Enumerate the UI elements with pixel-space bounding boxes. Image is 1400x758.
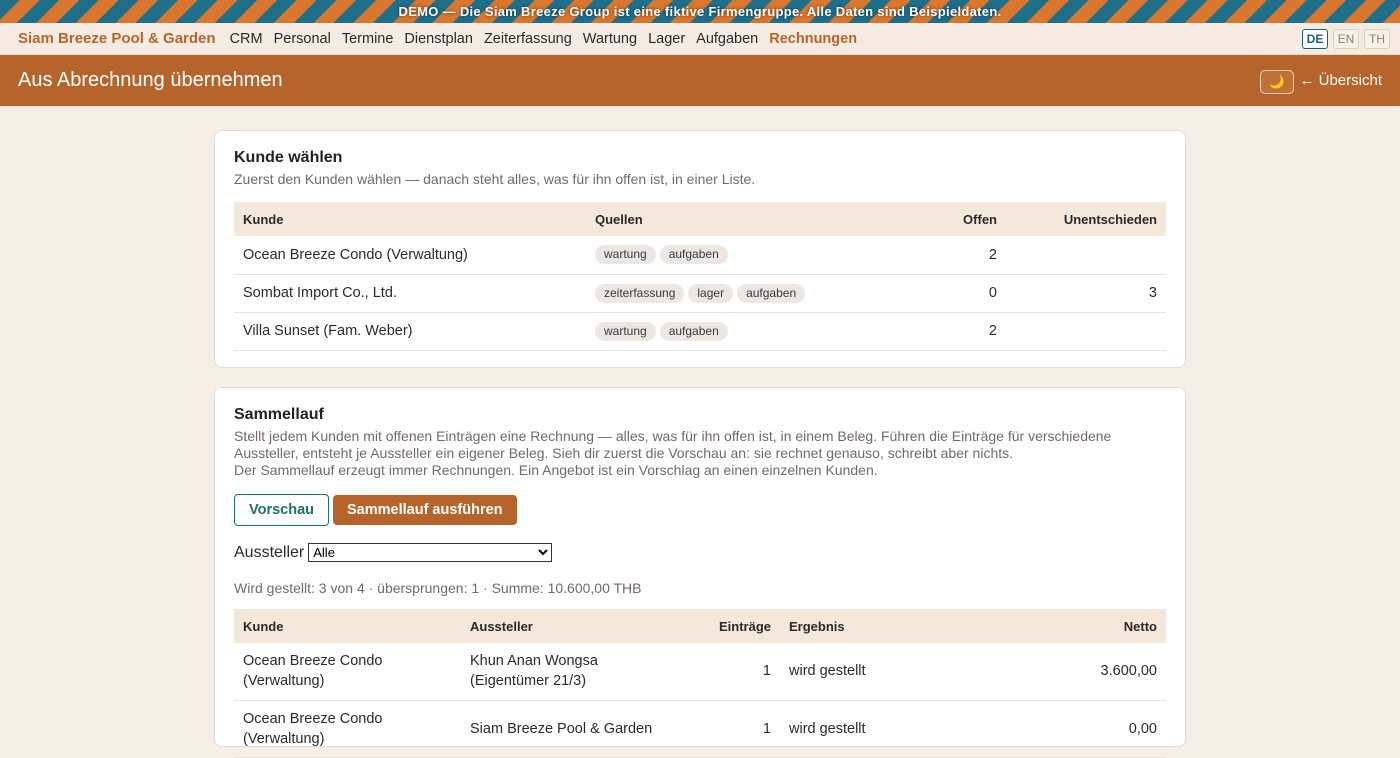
undecided-count bbox=[1006, 312, 1166, 351]
moon-icon: 🌙 bbox=[1268, 74, 1286, 89]
issuer-filter-label: Aussteller bbox=[234, 543, 305, 561]
lang-de-button[interactable]: DE bbox=[1302, 29, 1328, 49]
batch-note: Der Sammellauf erzeugt immer Rechnungen.… bbox=[234, 462, 878, 478]
top-navigation: Siam Breeze Pool & Garden CRM Personal T… bbox=[0, 23, 1400, 55]
result-status: wird gestellt bbox=[780, 643, 890, 701]
issuer-filter: Aussteller Alle bbox=[234, 543, 1166, 562]
issuer-select[interactable]: Alle bbox=[308, 543, 553, 562]
source-tag: zeiterfassung bbox=[595, 283, 685, 303]
action-buttons: Vorschau Sammellauf ausführen bbox=[234, 494, 1166, 526]
undecided-count bbox=[1006, 236, 1166, 275]
lang-en-button[interactable]: EN bbox=[1333, 29, 1359, 49]
batch-preview-table: Kunde Aussteller Einträge Ergebnis Netto… bbox=[234, 609, 1166, 758]
card-subtitle: Zuerst den Kunden wählen — danach steht … bbox=[234, 171, 756, 187]
issuer-name: Siam Breeze Pool & Garden bbox=[461, 700, 679, 758]
nav-link-zeiterfassung[interactable]: Zeiterfassung bbox=[484, 31, 572, 47]
column-header-quellen: Quellen bbox=[586, 202, 826, 236]
entry-count: 1 bbox=[679, 700, 780, 758]
source-tag: wartung bbox=[595, 245, 656, 265]
nav-link-termine[interactable]: Termine bbox=[342, 31, 394, 47]
customer-name[interactable]: Ocean Breeze Condo (Verwaltung) bbox=[234, 236, 586, 275]
customer-name[interactable]: Villa Sunset (Fam. Weber) bbox=[234, 312, 586, 351]
table-row[interactable]: Villa Sunset (Fam. Weber) wartung aufgabe… bbox=[234, 312, 1166, 351]
open-count: 2 bbox=[826, 236, 1006, 275]
customer-name: Ocean Breeze Condo (Verwaltung) bbox=[234, 643, 461, 701]
preview-button[interactable]: Vorschau bbox=[234, 494, 330, 526]
column-header-netto: Netto bbox=[890, 609, 1166, 643]
nav-link-dienstplan[interactable]: Dienstplan bbox=[404, 31, 473, 47]
table-row[interactable]: Ocean Breeze Condo (Verwaltung) wartung a… bbox=[234, 236, 1166, 275]
net-amount: 3.600,00 bbox=[890, 643, 1166, 701]
issuer-name: Khun Anan Wongsa (Eigentümer 21/3) bbox=[461, 643, 679, 701]
column-header-ergebnis: Ergebnis bbox=[780, 609, 890, 643]
theme-toggle-button[interactable]: 🌙 bbox=[1260, 70, 1294, 94]
run-batch-button[interactable]: Sammellauf ausführen bbox=[333, 495, 517, 525]
open-count: 0 bbox=[826, 274, 1006, 313]
source-tag: aufgaben bbox=[659, 321, 728, 341]
column-header-aussteller: Aussteller bbox=[461, 609, 679, 643]
table-header-row: Kunde Quellen Offen Unentschieden bbox=[234, 202, 1166, 236]
nav-links: CRM Personal Termine Dienstplan Zeiterfa… bbox=[230, 31, 857, 47]
source-tag: wartung bbox=[595, 321, 656, 341]
table-header-row: Kunde Aussteller Einträge Ergebnis Netto bbox=[234, 609, 1166, 643]
lang-th-button[interactable]: TH bbox=[1364, 29, 1390, 49]
source-tag: aufgaben bbox=[659, 245, 728, 265]
undecided-count: 3 bbox=[1006, 274, 1166, 313]
page-header: Aus Abrechnung übernehmen 🌙 ← Übersicht bbox=[0, 55, 1400, 106]
net-amount: 0,00 bbox=[890, 700, 1166, 758]
table-row: Ocean Breeze Condo (Verwaltung) Khun Ana… bbox=[234, 643, 1166, 701]
result-status: wird gestellt bbox=[780, 700, 890, 758]
column-header-unentschieden: Unentschieden bbox=[1006, 202, 1166, 236]
source-tags: wartung aufgaben bbox=[586, 236, 826, 275]
nav-link-lager[interactable]: Lager bbox=[648, 31, 685, 47]
page-title: Aus Abrechnung übernehmen bbox=[18, 69, 283, 91]
open-count: 2 bbox=[826, 312, 1006, 351]
nav-link-personal[interactable]: Personal bbox=[274, 31, 331, 47]
column-header-kunde: Kunde bbox=[234, 609, 461, 643]
batch-run-card: Sammellauf Stellt jedem Kunden mit offen… bbox=[214, 387, 1186, 758]
batch-summary: Wird gestellt: 3 von 4 · übersprungen: 1… bbox=[234, 580, 642, 596]
batch-description: Stellt jedem Kunden mit offenen Einträge… bbox=[234, 428, 1112, 461]
brand-link[interactable]: Siam Breeze Pool & Garden bbox=[18, 30, 216, 47]
nav-link-crm[interactable]: CRM bbox=[230, 31, 263, 47]
nav-link-rechnungen[interactable]: Rechnungen bbox=[769, 31, 857, 47]
back-to-overview-link[interactable]: ← Übersicht bbox=[1299, 72, 1382, 89]
customer-name: Ocean Breeze Condo (Verwaltung) bbox=[234, 700, 461, 758]
column-header-eintraege: Einträge bbox=[679, 609, 780, 643]
nav-link-wartung[interactable]: Wartung bbox=[583, 31, 637, 47]
source-tag: lager bbox=[688, 283, 734, 303]
language-switcher: DE EN TH bbox=[1302, 29, 1390, 49]
demo-banner: DEMO — Die Siam Breeze Group ist eine fi… bbox=[0, 0, 1400, 23]
source-tags: wartung aufgaben bbox=[586, 312, 826, 351]
customer-name[interactable]: Sombat Import Co., Ltd. bbox=[234, 274, 586, 313]
entry-count: 1 bbox=[679, 643, 780, 701]
column-header-kunde: Kunde bbox=[234, 202, 586, 236]
card-title: Sammellauf bbox=[234, 406, 324, 423]
table-row[interactable]: Sombat Import Co., Ltd. zeiterfassung lag… bbox=[234, 274, 1166, 313]
source-tag: aufgaben bbox=[737, 283, 806, 303]
table-row: Ocean Breeze Condo (Verwaltung) Siam Bre… bbox=[234, 700, 1166, 758]
nav-link-aufgaben[interactable]: Aufgaben bbox=[696, 31, 758, 47]
source-tags: zeiterfassung lager aufgaben bbox=[586, 274, 826, 313]
customer-select-card: Kunde wählen Zuerst den Kunden wählen — … bbox=[214, 130, 1186, 368]
column-header-offen: Offen bbox=[826, 202, 1006, 236]
customer-table: Kunde Quellen Offen Unentschieden Ocean … bbox=[234, 202, 1166, 351]
card-title: Kunde wählen bbox=[234, 149, 343, 166]
